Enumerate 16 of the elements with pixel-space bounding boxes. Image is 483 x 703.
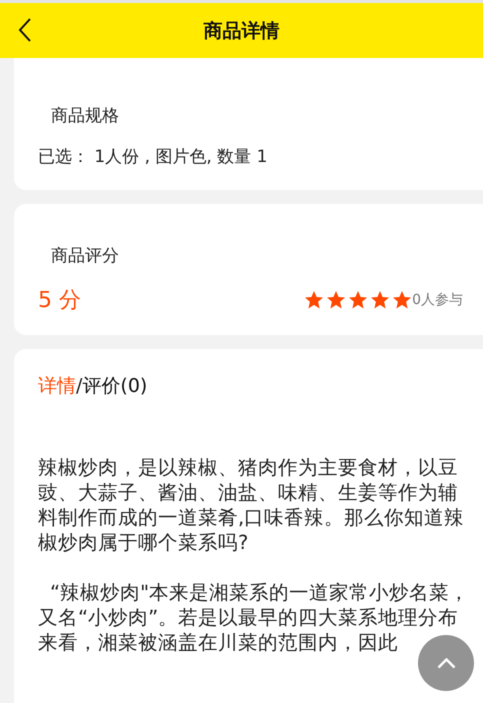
star-icon	[304, 290, 324, 310]
rating-score: 5 分	[38, 287, 81, 315]
section-title: 商品评分	[50, 245, 120, 267]
star-icon	[348, 290, 368, 310]
tab[interactable]: 评价(0)	[82, 375, 148, 397]
page-title: 商品详情	[204, 18, 280, 44]
description-paragraph: 辣椒炒肉，是以辣椒、猪肉作为主要食材，以豆豉、大蒜子、酱油、油盐、味精、生姜等作为辅料制作而成的一道菜肴,口味香辣。那么你知道辣椒炒肉属于哪个菜系吗?	[38, 455, 466, 555]
description-paragraph: “辣椒炒肉"本来是湘菜系的一道家常小炒名菜，又名“小炒肉”。若是以最早的四大菜系地理分布来看，湘菜被涵盖在川菜的范围内，因此	[38, 580, 470, 655]
star-icon	[326, 290, 346, 310]
selected-spec-text[interactable]: 已选： 1人份 , 图片色, 数量 1	[38, 145, 463, 168]
section-title: 商品规格	[50, 105, 120, 127]
star-icon	[370, 290, 390, 310]
star-icon	[392, 290, 412, 310]
participant-count: 0人参与	[412, 291, 463, 309]
back-icon[interactable]	[18, 17, 32, 43]
tab-separator: /	[76, 375, 82, 397]
